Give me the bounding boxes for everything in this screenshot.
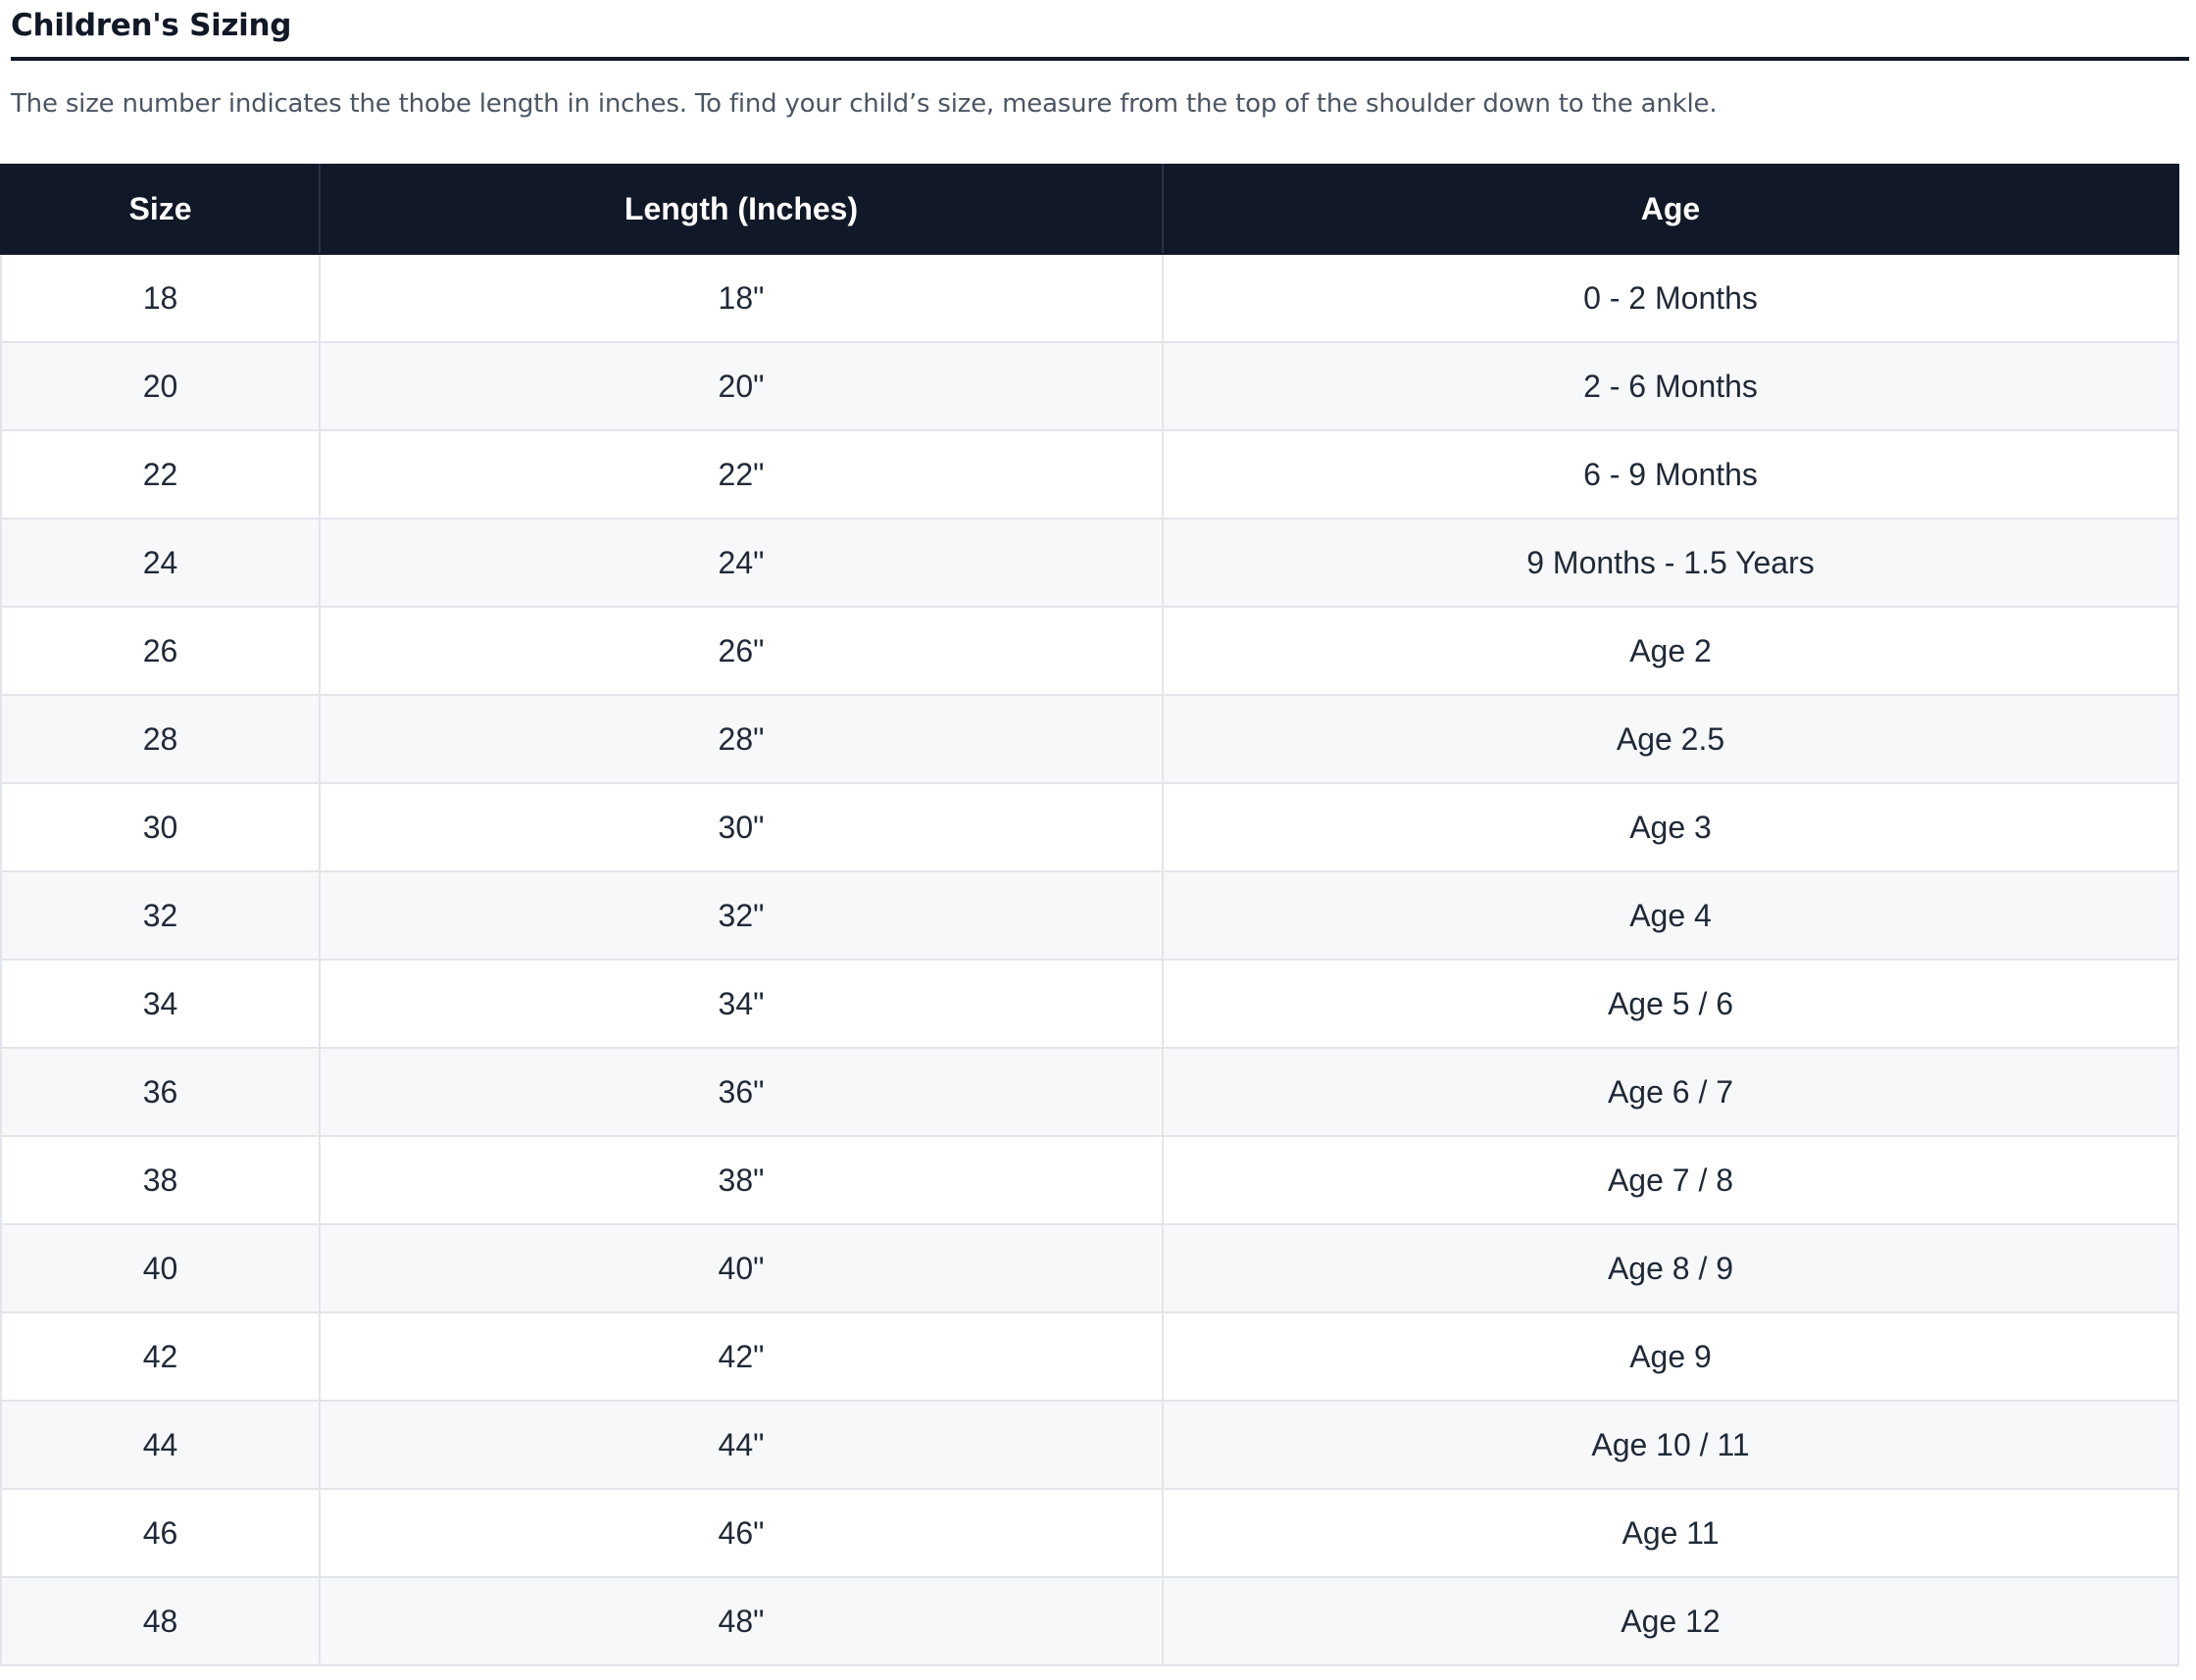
age-cell: Age 2: [1162, 606, 2179, 696]
table-row: 30 30" Age 3: [0, 782, 2179, 872]
table-header: Size Length (Inches) Age: [0, 164, 2179, 255]
length-cell: 28": [319, 694, 1164, 784]
size-cell: 44: [0, 1400, 321, 1490]
sizing-section: Children's Sizing The size number indica…: [11, 0, 2189, 139]
age-cell: Age 6 / 7: [1162, 1047, 2179, 1137]
size-cell: 20: [0, 341, 321, 431]
age-cell: 2 - 6 Months: [1162, 341, 2179, 431]
section-description: The size number indicates the thobe leng…: [11, 89, 1718, 119]
size-cell: 30: [0, 782, 321, 872]
size-cell: 26: [0, 606, 321, 696]
table-row: 26 26" Age 2: [0, 606, 2179, 696]
age-cell: Age 11: [1162, 1488, 2179, 1578]
header-size: Size: [0, 164, 321, 255]
size-cell: 32: [0, 870, 321, 961]
header-age: Age: [1162, 164, 2179, 255]
age-cell: Age 9: [1162, 1311, 2179, 1402]
age-cell: Age 2.5: [1162, 694, 2179, 784]
length-cell: 24": [319, 518, 1164, 608]
table-row: 28 28" Age 2.5: [0, 694, 2179, 784]
size-chart-table: Size Length (Inches) Age 18 18" 0 - 2 Mont…: [0, 164, 2179, 1666]
size-cell: 48: [0, 1576, 321, 1666]
table-row: 44 44" Age 10 / 11: [0, 1400, 2179, 1490]
length-cell: 26": [319, 606, 1164, 696]
age-cell: Age 5 / 6: [1162, 959, 2179, 1049]
age-cell: Age 3: [1162, 782, 2179, 872]
size-cell: 18: [0, 253, 321, 343]
size-cell: 28: [0, 694, 321, 784]
length-cell: 42": [319, 1311, 1164, 1402]
length-cell: 38": [319, 1135, 1164, 1225]
header-length: Length (Inches): [319, 164, 1164, 255]
length-cell: 48": [319, 1576, 1164, 1666]
table-body: 18 18" 0 - 2 Months 20 20" 2 - 6 Months 22 22" 6…: [0, 253, 2179, 1666]
table-row: 20 20" 2 - 6 Months: [0, 341, 2179, 431]
age-cell: Age 4: [1162, 870, 2179, 961]
age-cell: Age 12: [1162, 1576, 2179, 1666]
table-row: 42 42" Age 9: [0, 1311, 2179, 1402]
table-row: 24 24" 9 Months - 1.5 Years: [0, 518, 2179, 608]
table-row: 46 46" Age 11: [0, 1488, 2179, 1578]
length-cell: 18": [319, 253, 1164, 343]
table-row: 32 32" Age 4: [0, 870, 2179, 961]
size-cell: 36: [0, 1047, 321, 1137]
table-row: 48 48" Age 12: [0, 1576, 2179, 1666]
length-cell: 34": [319, 959, 1164, 1049]
length-cell: 30": [319, 782, 1164, 872]
age-cell: 6 - 9 Months: [1162, 429, 2179, 519]
size-cell: 42: [0, 1311, 321, 1402]
size-cell: 24: [0, 518, 321, 608]
length-cell: 36": [319, 1047, 1164, 1137]
length-cell: 44": [319, 1400, 1164, 1490]
section-title: Children's Sizing: [11, 8, 292, 43]
age-cell: Age 8 / 9: [1162, 1223, 2179, 1313]
length-cell: 40": [319, 1223, 1164, 1313]
length-cell: 32": [319, 870, 1164, 961]
table-row: 38 38" Age 7 / 8: [0, 1135, 2179, 1225]
table-row: 40 40" Age 8 / 9: [0, 1223, 2179, 1313]
length-cell: 22": [319, 429, 1164, 519]
size-cell: 46: [0, 1488, 321, 1578]
size-cell: 40: [0, 1223, 321, 1313]
table-row: 34 34" Age 5 / 6: [0, 959, 2179, 1049]
age-cell: Age 7 / 8: [1162, 1135, 2179, 1225]
size-cell: 34: [0, 959, 321, 1049]
length-cell: 46": [319, 1488, 1164, 1578]
length-cell: 20": [319, 341, 1164, 431]
header-row: Size Length (Inches) Age: [0, 164, 2179, 255]
table-row: 22 22" 6 - 9 Months: [0, 429, 2179, 519]
size-cell: 38: [0, 1135, 321, 1225]
table-row: 36 36" Age 6 / 7: [0, 1047, 2179, 1137]
age-cell: 9 Months - 1.5 Years: [1162, 518, 2179, 608]
table-row: 18 18" 0 - 2 Months: [0, 253, 2179, 343]
size-cell: 22: [0, 429, 321, 519]
age-cell: 0 - 2 Months: [1162, 253, 2179, 343]
age-cell: Age 10 / 11: [1162, 1400, 2179, 1490]
